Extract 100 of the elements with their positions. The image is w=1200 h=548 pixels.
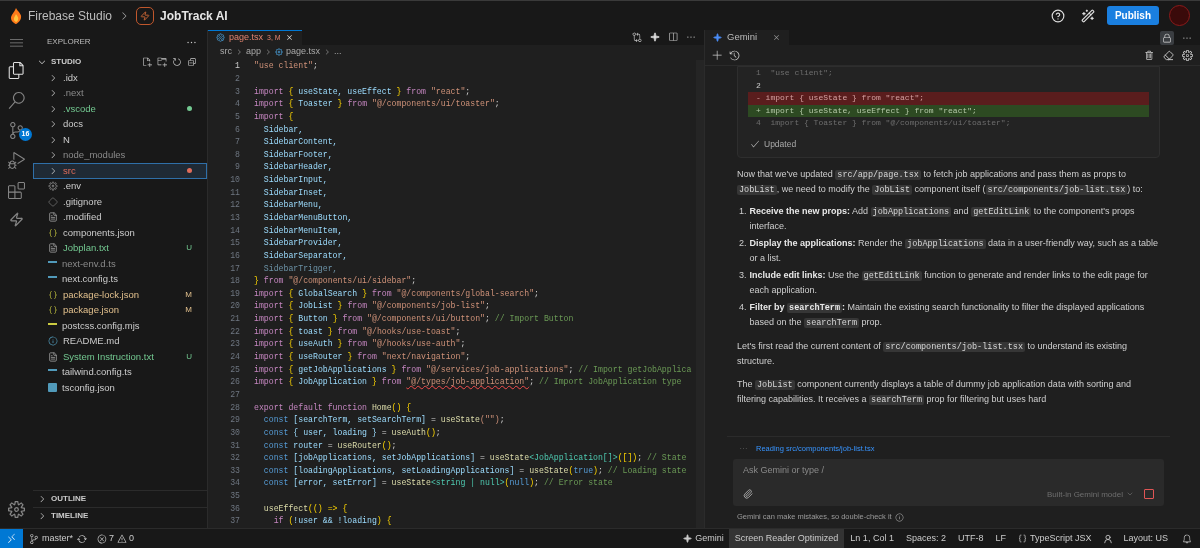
file-tree-item[interactable]: tsconfig.json xyxy=(33,380,207,396)
breadcrumb-item[interactable]: app xyxy=(246,45,262,59)
branch-icon[interactable] xyxy=(29,533,39,544)
line-number: 32 xyxy=(230,452,240,465)
info-icon[interactable] xyxy=(894,512,904,522)
line-number: 8 xyxy=(235,148,240,161)
add-icon[interactable] xyxy=(712,49,723,61)
files-icon[interactable] xyxy=(8,62,25,79)
breadcrumb-item[interactable]: ... xyxy=(334,45,342,59)
split-editor-icon[interactable] xyxy=(668,32,678,43)
file-tree-item[interactable]: Jobplan.txt U xyxy=(33,240,207,256)
file-tree-item[interactable]: .idx xyxy=(33,70,207,86)
text-file-icon xyxy=(48,351,58,362)
gemini-tab[interactable]: Gemini xyxy=(705,30,789,45)
list-number: 2. xyxy=(739,237,747,250)
braces-icon[interactable] xyxy=(1017,534,1027,543)
project-name[interactable]: JobTrack AI xyxy=(160,6,228,25)
line-number: 25 xyxy=(230,363,240,376)
text-file-icon xyxy=(48,243,58,254)
section-header[interactable]: STUDIO xyxy=(51,56,82,68)
file-tree-item[interactable]: next-env.d.ts xyxy=(33,256,207,272)
line-number: 31 xyxy=(230,439,240,452)
file-tree-item[interactable]: postcss.config.mjs xyxy=(33,318,207,334)
eraser-icon[interactable] xyxy=(1163,49,1174,61)
trash-icon[interactable] xyxy=(1144,49,1155,61)
file-tree-item[interactable]: package-lock.json M xyxy=(33,287,207,303)
file-tree-item[interactable]: .vscode xyxy=(33,101,207,117)
lightning-icon[interactable] xyxy=(9,212,24,227)
status-item[interactable]: Gemini xyxy=(695,531,724,546)
file-name: node_modules xyxy=(63,148,126,163)
code-line: } from "@/components/ui/sidebar"; xyxy=(254,276,417,286)
error-icon[interactable] xyxy=(97,533,107,544)
warning-count[interactable]: 0 xyxy=(129,531,135,546)
stop-icon[interactable] xyxy=(1144,489,1154,500)
file-tree-item[interactable]: components.json xyxy=(33,225,207,241)
breadcrumb-item[interactable]: src xyxy=(220,45,232,59)
new-file-icon[interactable] xyxy=(142,57,152,67)
magic-wand-icon[interactable] xyxy=(1080,8,1095,23)
status-item[interactable]: UTF-8 xyxy=(951,531,990,546)
code-line: const [loadingApplications, setLoadingApplications] = useState(true); // Loading state xyxy=(262,465,687,475)
publish-button[interactable]: Publish xyxy=(1106,6,1159,25)
file-tree-item[interactable]: next.config.ts xyxy=(33,271,207,287)
breadcrumb-item[interactable]: page.tsx xyxy=(286,45,321,59)
extensions-icon[interactable] xyxy=(8,182,25,199)
status-item[interactable]: Spaces: 2 xyxy=(899,531,952,546)
file-tree-item[interactable]: src xyxy=(33,163,207,179)
help-icon[interactable] xyxy=(1050,8,1065,23)
git-status: U xyxy=(186,350,192,363)
section-header[interactable]: TIMELINE xyxy=(51,510,89,522)
person-icon[interactable] xyxy=(1103,533,1114,544)
code-line: SidebarContent, xyxy=(262,137,338,147)
file-tree-item[interactable]: System Instruction.txt U xyxy=(33,349,207,365)
status-item[interactable]: Screen Reader Optimized xyxy=(728,529,845,548)
lock-button[interactable] xyxy=(1160,30,1174,45)
error-count[interactable]: 7 xyxy=(109,531,115,546)
status-item[interactable]: Ln 1, Col 1 xyxy=(844,531,900,546)
section-header[interactable]: OUTLINE xyxy=(51,493,87,505)
attach-icon[interactable] xyxy=(743,489,753,500)
refresh-icon[interactable] xyxy=(172,57,182,67)
search-icon[interactable] xyxy=(8,92,25,109)
settings-icon[interactable] xyxy=(8,501,25,518)
run-debug-icon[interactable] xyxy=(8,152,25,169)
status-item[interactable]: Layout: US xyxy=(1123,531,1168,546)
status-item[interactable]: LF xyxy=(989,531,1012,546)
file-name: docs xyxy=(63,117,84,132)
file-tree-item[interactable]: node_modules xyxy=(33,147,207,163)
status-item[interactable]: TypeScript JSX xyxy=(1029,531,1092,546)
branch-name[interactable]: master* xyxy=(42,531,73,546)
gear-icon xyxy=(48,181,58,192)
line-number: 24 xyxy=(230,351,240,364)
history-icon[interactable] xyxy=(729,49,740,61)
sparkle-icon[interactable] xyxy=(683,534,693,543)
settings-icon[interactable] xyxy=(1182,49,1193,61)
file-name: tailwind.config.ts xyxy=(62,365,132,380)
code-line: Sidebar, xyxy=(262,124,304,134)
warning-icon[interactable] xyxy=(117,533,128,544)
file-tree-item[interactable]: README.md xyxy=(33,333,207,349)
line-number: 23 xyxy=(230,338,240,351)
line-number: 19 xyxy=(230,287,240,300)
file-tree-item[interactable]: package.json M xyxy=(33,302,207,318)
notification-icon[interactable] xyxy=(1182,533,1192,544)
sync-icon[interactable] xyxy=(77,533,87,544)
file-tree-item[interactable]: .gitignore xyxy=(33,194,207,210)
file-tree-item[interactable]: .modified xyxy=(33,209,207,225)
menu-icon[interactable] xyxy=(10,36,23,49)
file-tree-item[interactable]: .env xyxy=(33,178,207,194)
close-icon[interactable] xyxy=(284,33,294,43)
file-tree-item[interactable]: N xyxy=(33,132,207,148)
line-number: 20 xyxy=(230,300,240,313)
sparkle-icon[interactable] xyxy=(650,32,660,43)
close-icon[interactable] xyxy=(772,33,781,42)
code-line: SidebarMenu, xyxy=(262,200,323,210)
file-tree-item[interactable]: docs xyxy=(33,116,207,132)
compare-icon[interactable] xyxy=(632,32,642,43)
file-tree-item[interactable]: tailwind.config.ts xyxy=(33,364,207,380)
file-tree-item[interactable]: .next xyxy=(33,85,207,101)
message-paragraph: Now that we've updated src/app/page.tsx to fetch job applications and pass them as props to JobList , we need to modify the JobList component itself ( src/components/job-list.tsx ) to: xyxy=(737,168,1144,197)
code-line: SidebarHeader, xyxy=(262,162,333,172)
collapse-icon[interactable] xyxy=(187,57,197,67)
tab-label: Gemini xyxy=(727,30,758,45)
